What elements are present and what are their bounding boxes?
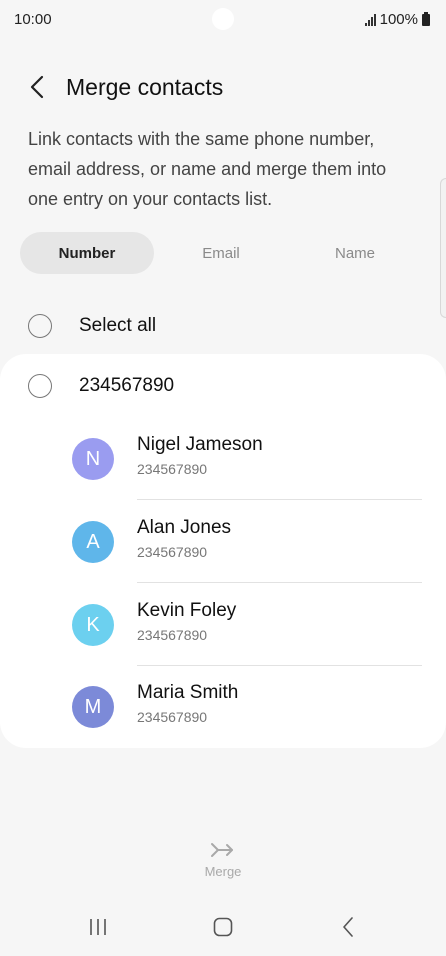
select-all-checkbox[interactable] — [28, 314, 52, 338]
contact-phone: 234567890 — [137, 544, 208, 560]
status-indicators: 100% — [364, 11, 430, 28]
navigation-bar — [0, 898, 446, 956]
avatar: A — [72, 521, 114, 563]
contact-phone: 234567890 — [137, 627, 208, 643]
select-all-row[interactable]: Select all — [0, 304, 446, 348]
contact-name: Maria Smith — [137, 682, 239, 703]
avatar: K — [72, 604, 114, 646]
back-button[interactable] — [22, 72, 52, 102]
scroll-indicator[interactable] — [440, 178, 446, 318]
contact-name: Alan Jones — [137, 517, 232, 538]
recents-button[interactable] — [78, 912, 118, 942]
group-number: 234567890 — [79, 375, 175, 396]
divider — [137, 582, 422, 583]
status-bar: 10:00 100% — [0, 0, 446, 40]
avatar: N — [72, 438, 114, 480]
description-text: Link contacts with the same phone number… — [28, 129, 387, 209]
nav-back-button[interactable] — [328, 912, 368, 942]
contact-phone: 234567890 — [137, 709, 208, 725]
home-button[interactable] — [203, 912, 243, 942]
filter-tabs: Number Email Name — [20, 232, 422, 274]
recents-icon — [90, 919, 106, 935]
contact-name: Kevin Foley — [137, 600, 237, 621]
camera-cutout — [212, 8, 234, 30]
signal-icon — [364, 13, 376, 26]
tab-number[interactable]: Number — [20, 232, 154, 274]
contact-phone: 234567890 — [137, 461, 208, 477]
group-header[interactable]: 234567890 — [0, 366, 446, 406]
page-title: Merge contacts — [66, 74, 224, 100]
group-checkbox[interactable] — [28, 374, 52, 398]
contact-row[interactable]: M Maria Smith 234567890 — [0, 666, 446, 748]
battery-percent: 100% — [379, 11, 418, 28]
select-all-label: Select all — [79, 315, 157, 336]
contact-row[interactable]: N Nigel Jameson 234567890 — [0, 418, 446, 500]
status-time: 10:00 — [14, 11, 52, 28]
divider — [137, 499, 422, 500]
merge-label: Merge — [204, 864, 242, 879]
home-icon — [213, 917, 233, 937]
merge-arrow-icon — [211, 843, 233, 857]
tab-name[interactable]: Name — [288, 232, 422, 274]
header: Merge contacts — [0, 66, 446, 110]
tab-email[interactable]: Email — [154, 232, 288, 274]
contact-row[interactable]: A Alan Jones 234567890 — [0, 501, 446, 583]
merge-button[interactable]: Merge — [183, 840, 263, 892]
contact-name: Nigel Jameson — [137, 434, 263, 455]
contact-row[interactable]: K Kevin Foley 234567890 — [0, 584, 446, 666]
battery-icon — [422, 11, 430, 26]
avatar: M — [72, 686, 114, 728]
back-icon — [343, 917, 353, 937]
duplicate-group-card: 234567890 N Nigel Jameson 234567890 A Al… — [0, 354, 446, 748]
chevron-left-icon — [30, 75, 44, 99]
